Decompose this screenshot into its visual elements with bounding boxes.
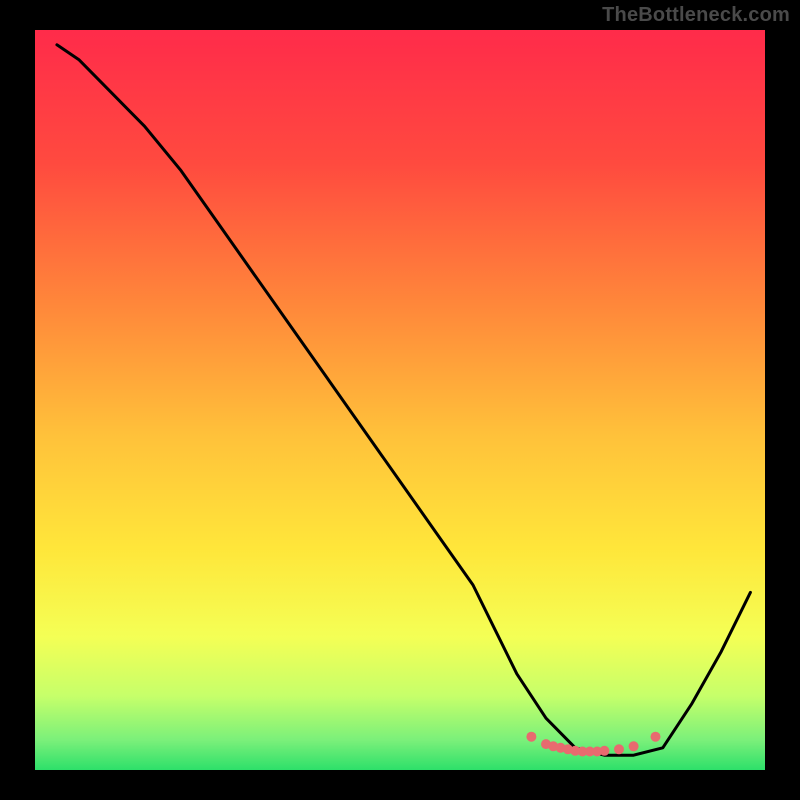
optimal-dot (629, 741, 639, 751)
optimal-dot (614, 744, 624, 754)
plot-background (35, 30, 765, 770)
chart-frame: TheBottleneck.com (0, 0, 800, 800)
optimal-dot (651, 732, 661, 742)
optimal-dot (526, 732, 536, 742)
optimal-dot (599, 746, 609, 756)
chart-svg (0, 0, 800, 800)
watermark-text: TheBottleneck.com (602, 4, 790, 27)
